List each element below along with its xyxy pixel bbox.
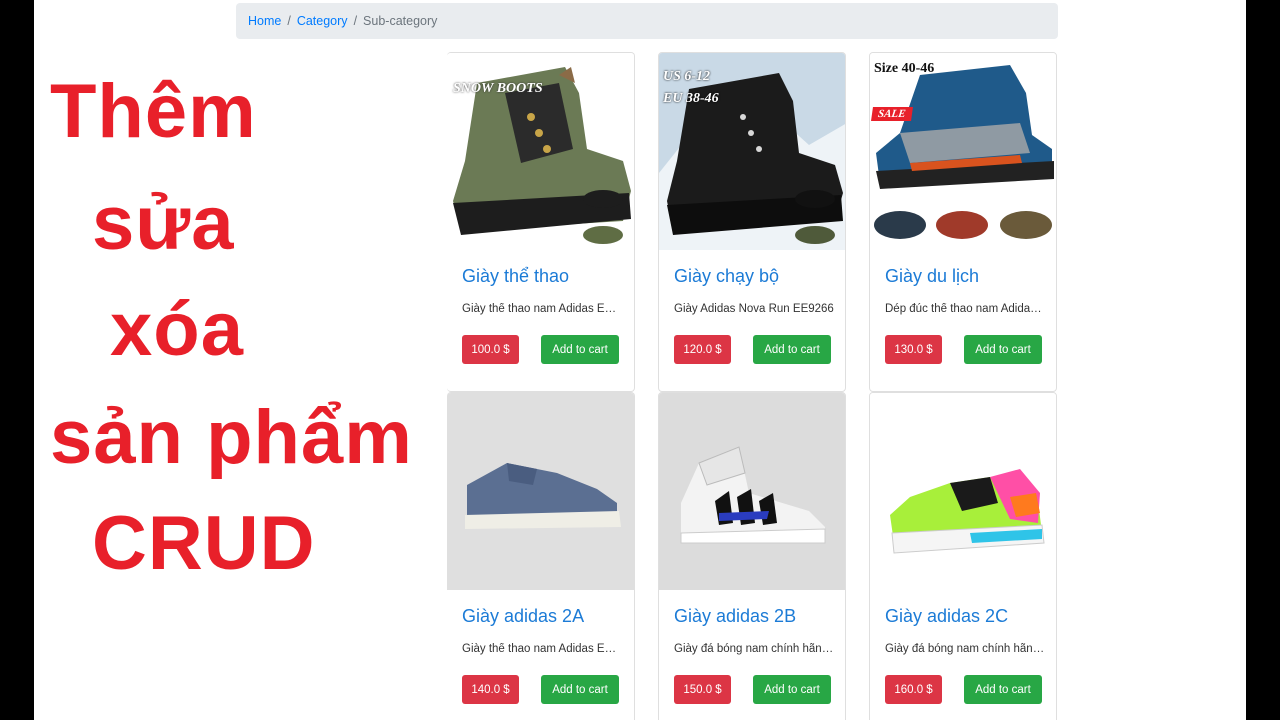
product-description: Giày thể thao nam Adidas EE9266 — [462, 643, 622, 655]
product-price: 120.0 $ — [674, 335, 731, 364]
product-description: Giày thể thao nam Adidas EE9266 — [462, 303, 622, 315]
product-description: Giày đá bóng nam chính hãng Adidas — [885, 643, 1045, 655]
product-image-caption: US 6-12 — [663, 69, 711, 84]
add-to-cart-button[interactable]: Add to cart — [964, 335, 1042, 364]
product-title[interactable]: Giày thể thao — [462, 266, 569, 287]
breadcrumb-separator: / — [287, 14, 291, 28]
product-image[interactable]: US 6-12 EU 38-46 — [659, 53, 845, 250]
product-price: 150.0 $ — [674, 675, 731, 704]
breadcrumb-category-link[interactable]: Category — [297, 14, 348, 28]
product-price: 100.0 $ — [462, 335, 519, 364]
overlay-title-line2: sửa — [92, 181, 235, 266]
sale-badge: SALE — [871, 107, 913, 121]
product-price: 140.0 $ — [462, 675, 519, 704]
product-description: Dép đúc thể thao nam Adidas EE9266 — [885, 303, 1045, 315]
add-to-cart-button[interactable]: Add to cart — [753, 335, 831, 364]
product-title[interactable]: Giày adidas 2A — [462, 606, 584, 627]
overlay-title-line5: CRUD — [92, 501, 316, 586]
product-title[interactable]: Giày adidas 2C — [885, 606, 1008, 627]
product-price: 160.0 $ — [885, 675, 942, 704]
product-image-caption: SNOW BOOTS — [453, 81, 543, 96]
product-image[interactable]: Size 40-46 SALE — [870, 53, 1056, 250]
product-image-caption: EU 38-46 — [663, 91, 719, 106]
product-card: Giày adidas 2B Giày đá bóng nam chính hã… — [658, 392, 846, 720]
product-image-caption: Size 40-46 — [874, 61, 935, 76]
product-title[interactable]: Giày adidas 2B — [674, 606, 796, 627]
product-title[interactable]: Giày chạy bộ — [674, 266, 779, 287]
product-description: Giày đá bóng nam chính hãng Adidas — [674, 643, 834, 655]
add-to-cart-button[interactable]: Add to cart — [541, 675, 619, 704]
product-description: Giày Adidas Nova Run EE9266 — [674, 303, 834, 315]
product-card: SNOW BOOTS Giày thể thao Giày thể thao n… — [447, 52, 635, 392]
product-image[interactable]: SNOW BOOTS — [447, 53, 634, 250]
product-price: 130.0 $ — [885, 335, 942, 364]
overlay-title-line3: xóa — [110, 287, 244, 372]
breadcrumb: Home / Category / Sub-category — [236, 3, 1058, 39]
product-card: Size 40-46 SALE Giày du lịch Dép đúc thể… — [869, 52, 1057, 392]
overlay-title-line4: sản phẩm — [50, 395, 413, 480]
product-card: Giày adidas 2C Giày đá bóng nam chính hã… — [869, 392, 1057, 720]
product-image[interactable] — [447, 393, 634, 590]
product-image[interactable] — [659, 393, 845, 590]
add-to-cart-button[interactable]: Add to cart — [753, 675, 831, 704]
add-to-cart-button[interactable]: Add to cart — [541, 335, 619, 364]
breadcrumb-current: Sub-category — [363, 14, 438, 28]
product-title[interactable]: Giày du lịch — [885, 266, 979, 287]
add-to-cart-button[interactable]: Add to cart — [964, 675, 1042, 704]
product-card: US 6-12 EU 38-46 Giày chạy bộ Giày Adida… — [658, 52, 846, 392]
product-image[interactable] — [870, 393, 1056, 590]
overlay-title-line1: Thêm — [50, 69, 257, 154]
page-canvas: Home / Category / Sub-category Thêm sửa … — [34, 0, 1246, 720]
breadcrumb-separator: / — [353, 14, 358, 28]
product-card: Giày adidas 2A Giày thể thao nam Adidas … — [447, 392, 635, 720]
breadcrumb-home-link[interactable]: Home — [248, 14, 281, 28]
